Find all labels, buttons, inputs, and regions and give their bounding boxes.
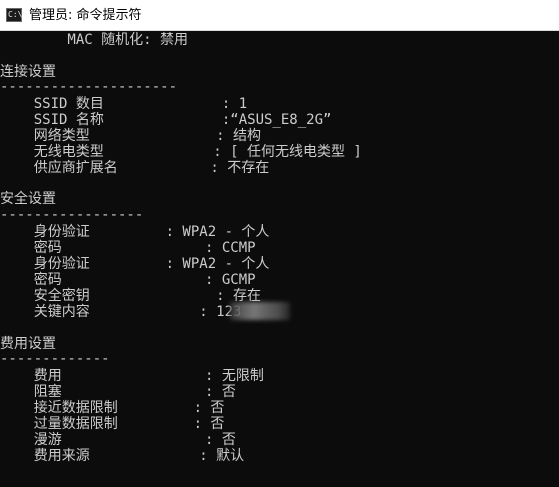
command-prompt-window: C:\ 管理员: 命令提示符 MAC 随机化: 禁用 连接设置 --------…	[0, 0, 559, 487]
console-line-ssid-count: SSID 数目 : 1	[0, 96, 248, 112]
console-line-separator: -------------	[0, 351, 110, 367]
console-line-security-key: 安全密钥 : 存在	[0, 288, 262, 304]
console-line-cost-source: 费用来源 : 默认	[0, 448, 245, 464]
console-line-connection-heading: 连接设置	[0, 64, 56, 80]
console-line-approaching-data-limit: 接近数据限制 : 否	[0, 400, 225, 416]
console-line-mac-randomization: MAC 随机化: 禁用	[0, 32, 189, 48]
console-line-cipher: 密码 : GCMP	[0, 272, 256, 288]
console-line-separator: -----------------	[0, 207, 144, 223]
console-line-cipher: 密码 : CCMP	[0, 240, 256, 256]
console-line-over-data-limit: 过量数据限制 : 否	[0, 416, 225, 432]
console-line-network-type: 网络类型 : 结构	[0, 128, 262, 144]
title-bar[interactable]: C:\ 管理员: 命令提示符	[0, 0, 559, 31]
console-line-roaming: 漫游 : 否	[0, 432, 236, 448]
console-line-ssid-name: SSID 名称 :“ASUS_E8_2G”	[0, 112, 332, 128]
console-line-radio-type: 无线电类型 : [ 任何无线电类型 ]	[0, 144, 362, 160]
console-line-authentication: 身份验证 : WPA2 - 个人	[0, 256, 270, 272]
console-line-authentication: 身份验证 : WPA2 - 个人	[0, 224, 270, 240]
redacted-key-blur	[230, 302, 290, 320]
console-output[interactable]: MAC 随机化: 禁用 连接设置 --------------------- S…	[0, 31, 559, 487]
console-line-cost: 费用 : 无限制	[0, 368, 264, 384]
command-prompt-icon-glyph: C:\	[8, 10, 23, 19]
console-line-separator: ---------------------	[0, 79, 178, 95]
command-prompt-icon: C:\	[6, 8, 22, 22]
console-line-cost-heading: 费用设置	[0, 336, 56, 352]
console-line-congested: 阻塞 : 否	[0, 384, 236, 400]
console-line-key-content: 关键内容 : 123	[0, 304, 242, 320]
console-line-vendor-extension: 供应商扩展名 : 不存在	[0, 160, 270, 176]
console-line-security-heading: 安全设置	[0, 191, 56, 207]
window-title: 管理员: 命令提示符	[29, 8, 142, 23]
